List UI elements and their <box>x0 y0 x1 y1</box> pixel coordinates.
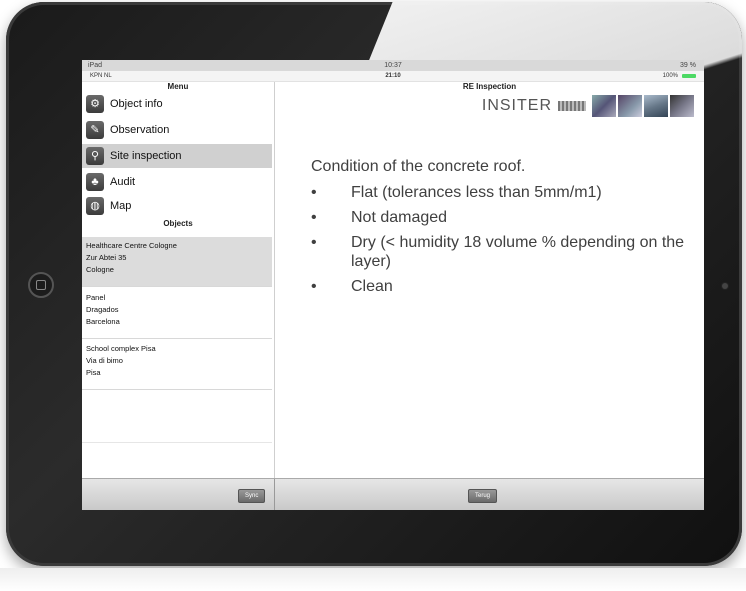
object-address: Via di bimo <box>86 356 123 365</box>
pencil-icon: ✎ <box>86 121 104 139</box>
object-list-item[interactable]: School complex Pisa Via di bimo Pisa <box>82 340 272 390</box>
back-button[interactable]: Terug <box>468 489 498 503</box>
bullet-icon: • <box>311 184 317 201</box>
sidebar-item-label: Audit <box>110 176 136 188</box>
sidebar-item-label: Observation <box>110 124 170 136</box>
device-status-bar: iPad 10:37 39 % <box>82 60 704 71</box>
menu-title: Menu <box>167 82 189 91</box>
object-address: Zur Abtei 35 <box>86 253 127 262</box>
criteria-list: • Flat (tolerances less than 5mm/m1) • Not… <box>311 183 691 296</box>
list-item: • Dry (< humidity 18 volume % depending o… <box>311 234 685 270</box>
device-battery: 39 % <box>680 62 696 69</box>
content-heading: Condition of the concrete roof. <box>311 158 526 175</box>
magnifier-icon: ⚲ <box>86 147 104 165</box>
home-button[interactable] <box>28 272 54 298</box>
object-city: Pisa <box>86 368 101 377</box>
list-item: • Not damaged <box>311 209 448 226</box>
object-info-icon: ⚙ <box>86 95 104 113</box>
sidebar: Menu ⚙ Object info ✎ Observation ⚲ Site … <box>82 82 275 478</box>
sidebar-item-observation[interactable]: ✎ Observation <box>86 118 272 142</box>
object-city: Barcelona <box>86 317 120 326</box>
page-title: RE Inspection <box>462 82 517 91</box>
front-camera <box>722 283 728 289</box>
app-status-bar: KPN NL 21:10 100% <box>82 71 704 82</box>
globe-icon: ◍ <box>86 197 104 215</box>
app-battery-label: 100% <box>662 73 678 79</box>
device-clock: 10:37 <box>384 62 402 69</box>
object-name: Panel <box>86 293 106 302</box>
bullet-icon: • <box>311 234 317 251</box>
toolbar-divider <box>274 479 275 510</box>
sidebar-item-label: Site inspection <box>110 150 182 162</box>
objects-title: Objects <box>163 219 193 228</box>
surface-reflection <box>0 568 746 591</box>
ipad-device: iPad 10:37 39 % KPN NL 21:10 100% Menu ⚙… <box>6 2 742 566</box>
sidebar-item-audit[interactable]: ♣ Audit <box>86 170 272 194</box>
sidebar-item-object-info[interactable]: ⚙ Object info <box>86 92 272 116</box>
object-address: Dragados <box>86 305 119 314</box>
logo-photo-3 <box>644 95 668 117</box>
object-name: School complex Pisa <box>86 344 156 353</box>
bottom-toolbar: Sync Terug <box>82 478 704 510</box>
list-divider <box>82 442 272 443</box>
object-city: Cologne <box>86 265 114 274</box>
app-clock: 21:10 <box>385 73 401 79</box>
sidebar-item-label: Object info <box>110 98 163 110</box>
logo-text: INSITER <box>481 97 552 114</box>
list-item: • Flat (tolerances less than 5mm/m1) <box>311 184 602 201</box>
logo-photo-2 <box>618 95 642 117</box>
sync-button[interactable]: Sync <box>238 489 266 503</box>
object-list-item[interactable]: Healthcare Centre Cologne Zur Abtei 35 C… <box>82 237 272 287</box>
battery-icon <box>682 74 696 78</box>
insiter-logo: INSITER <box>482 93 694 119</box>
app-screen: iPad 10:37 39 % KPN NL 21:10 100% Menu ⚙… <box>82 60 704 510</box>
inspection-content: Condition of the concrete roof. • Flat (t… <box>311 157 691 296</box>
bullet-icon: • <box>311 209 317 226</box>
logo-photo-4 <box>670 95 694 117</box>
main-panel: RE Inspection INSITER Condition of the c… <box>275 82 704 478</box>
audit-icon: ♣ <box>86 173 104 191</box>
sidebar-item-label: Map <box>110 200 132 212</box>
bullet-icon: • <box>311 278 317 295</box>
sidebar-item-site-inspection[interactable]: ⚲ Site inspection <box>82 144 272 168</box>
object-list-item[interactable]: Panel Dragados Barcelona <box>82 289 272 339</box>
logo-tagline-graphic <box>558 101 586 111</box>
object-name: Healthcare Centre Cologne <box>86 241 177 250</box>
logo-photo-1 <box>592 95 616 117</box>
sidebar-item-map[interactable]: ◍ Map <box>86 194 272 218</box>
list-item: • Clean <box>311 278 393 295</box>
